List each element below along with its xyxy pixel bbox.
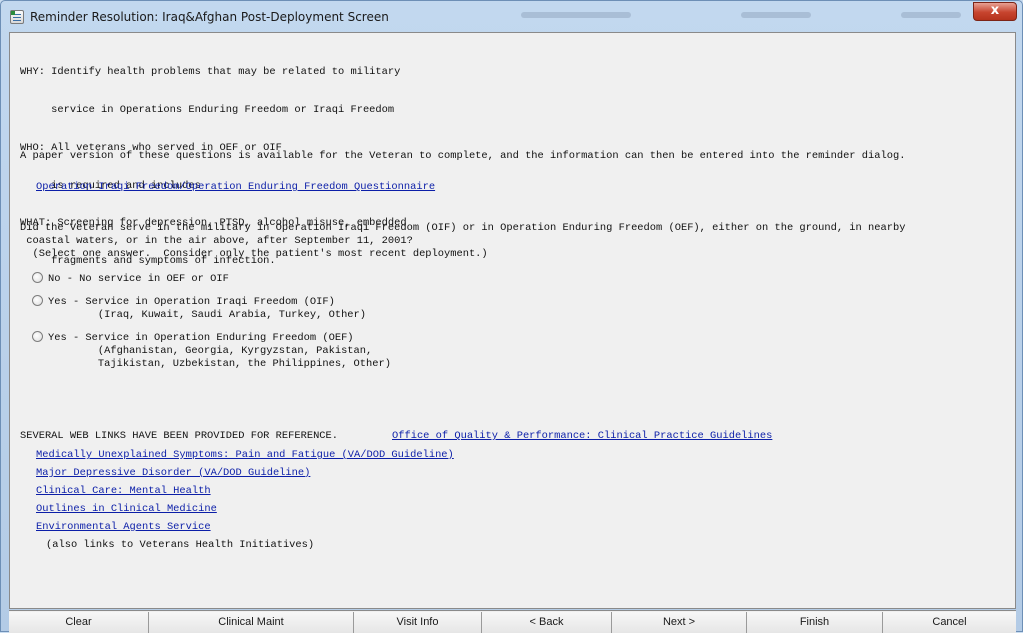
clear-button[interactable]: Clear: [9, 612, 149, 633]
radio-oif[interactable]: [32, 295, 43, 306]
option-detail: (Iraq, Kuwait, Saudi Arabia, Turkey, Oth…: [48, 309, 367, 321]
option-label[interactable]: No - No service in OEF or OIF: [48, 273, 229, 286]
background-blur: [521, 12, 631, 18]
button-bar: Clear Clinical Maint Visit Info < Back N…: [9, 610, 1016, 633]
question-text: coastal waters, or in the air above, aft…: [20, 235, 413, 247]
close-button[interactable]: x: [973, 2, 1017, 21]
next-button[interactable]: Next >: [612, 612, 747, 633]
clinical-maint-button[interactable]: Clinical Maint: [149, 612, 354, 633]
quality-performance-link[interactable]: Office of Quality & Performance: Clinica…: [392, 430, 772, 442]
title-bar[interactable]: Reminder Resolution: Iraq&Afghan Post-De…: [1, 1, 1022, 32]
app-icon: [10, 10, 24, 24]
question-hint: (Select one answer. Consider only the pa…: [20, 248, 488, 260]
question-text: Did the Veteran serve in the military in…: [20, 222, 906, 234]
dialog-content: WHY: Identify health problems that may b…: [9, 32, 1016, 609]
radio-oef[interactable]: [32, 331, 43, 342]
web-link[interactable]: Outlines in Clinical Medicine: [36, 503, 217, 515]
web-link[interactable]: Medically Unexplained Symptoms: Pain and…: [36, 449, 454, 461]
radio-no-service[interactable]: [32, 272, 43, 283]
web-link[interactable]: Major Depressive Disorder (VA/DOD Guidel…: [36, 467, 310, 479]
visit-info-button[interactable]: Visit Info: [354, 612, 482, 633]
intro-line: WHY: Identify health problems that may b…: [20, 66, 401, 79]
option-detail: (Afghanistan, Georgia, Kyrgyzstan, Pakis…: [48, 345, 373, 357]
option-label[interactable]: Yes - Service in Operation Iraqi Freedom…: [48, 296, 335, 309]
reminder-dialog-window: Reminder Resolution: Iraq&Afghan Post-De…: [0, 0, 1023, 633]
paper-note: A paper version of these questions is av…: [20, 150, 906, 162]
background-blur: [901, 12, 961, 18]
web-link[interactable]: Environmental Agents Service: [36, 521, 211, 533]
background-blur: [741, 12, 811, 18]
option-detail: Tajikistan, Uzbekistan, the Philippines,…: [48, 358, 391, 370]
option-label[interactable]: Yes - Service in Operation Enduring Free…: [48, 332, 354, 345]
cancel-button[interactable]: Cancel: [883, 612, 1016, 633]
back-button[interactable]: < Back: [482, 612, 612, 633]
finish-button[interactable]: Finish: [747, 612, 883, 633]
close-icon: x: [990, 3, 1000, 18]
weblinks-footnote: (also links to Veterans Health Initiativ…: [46, 539, 315, 551]
intro-line: service in Operations Enduring Freedom o…: [20, 103, 395, 116]
window-title: Reminder Resolution: Iraq&Afghan Post-De…: [30, 10, 389, 24]
questionnaire-link[interactable]: Operation Iraqi Freedom/Operation Enduri…: [36, 181, 435, 193]
weblinks-heading: SEVERAL WEB LINKS HAVE BEEN PROVIDED FOR…: [20, 430, 339, 442]
web-link[interactable]: Clinical Care: Mental Health: [36, 485, 211, 497]
